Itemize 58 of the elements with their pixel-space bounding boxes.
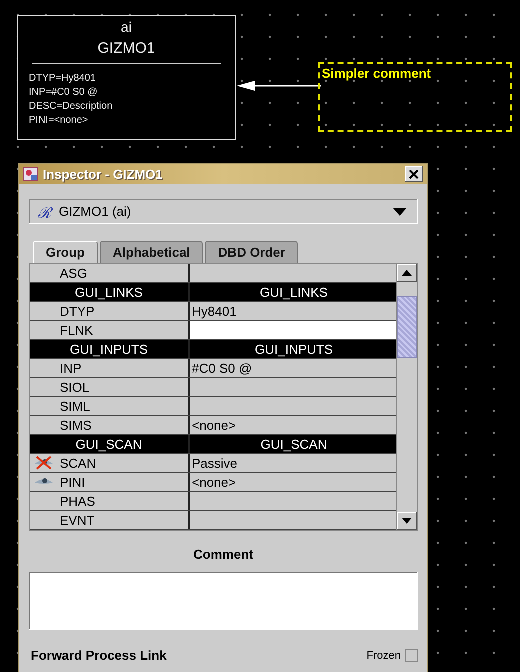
group-header-cell: GUI_SCAN <box>30 435 190 453</box>
frozen-checkbox[interactable] <box>405 649 418 662</box>
close-button[interactable] <box>405 166 423 182</box>
window-title: Inspector - GIZMO1 <box>43 166 164 182</box>
field-value-cell[interactable] <box>190 321 396 339</box>
table-row[interactable]: EVNT <box>30 511 396 530</box>
record-icon: ℛ <box>38 202 51 222</box>
tab[interactable]: DBD Order <box>205 241 298 263</box>
up-arrow-icon <box>402 270 412 276</box>
table-row[interactable]: SIOL <box>30 378 396 397</box>
tab[interactable]: Group <box>33 241 98 263</box>
close-icon <box>409 170 419 178</box>
record-field: DTYP=Hy8401 <box>26 72 227 86</box>
field-name-cell[interactable]: EVNT <box>30 511 190 529</box>
app-icon <box>23 166 39 182</box>
table-row[interactable]: PINI <none> <box>30 473 396 492</box>
record-field: PINI=<none> <box>26 114 227 128</box>
caret-icon <box>393 208 407 216</box>
group-header-cell: GUI_INPUTS <box>30 340 190 358</box>
dropdown-value: GIZMO1 (ai) <box>59 204 132 219</box>
record-type: ai <box>120 19 133 35</box>
comment-text: Simpler comment <box>322 66 432 81</box>
tab[interactable]: Alphabetical <box>100 241 204 263</box>
table-row[interactable]: SCAN Passive <box>30 454 396 473</box>
field-value-cell[interactable]: <none> <box>190 473 396 491</box>
field-value-cell[interactable]: Hy8401 <box>190 302 396 320</box>
record-field: DESC=Description <box>26 100 227 114</box>
frozen-label: Frozen <box>366 650 401 662</box>
group-header-cell-text: GUI_SCAN <box>260 436 328 453</box>
field-name-cell[interactable]: SIOL <box>30 378 190 396</box>
record-name: GIZMO1 <box>96 40 156 57</box>
group-header-cell-text: GUI_INPUTS <box>254 340 334 358</box>
table-row[interactable]: INP #C0 S0 @ <box>30 359 396 378</box>
field-name-cell[interactable]: SCAN <box>30 454 190 472</box>
field-name-cell[interactable]: PINI <box>30 473 190 491</box>
scrollbar[interactable] <box>396 264 417 530</box>
record-dropdown[interactable]: ℛ GIZMO1 (ai) <box>29 199 418 224</box>
field-value-cell[interactable]: Passive <box>190 454 396 472</box>
group-header-cell-text: GUI_LINKS <box>259 284 329 301</box>
section-label: Forward Process Link <box>30 648 168 663</box>
field-name-cell[interactable]: INP <box>30 359 190 377</box>
table-row[interactable]: SIML <box>30 397 396 416</box>
group-header-cell: GUI_LINKS <box>30 283 190 301</box>
scroll-thumb[interactable] <box>397 296 417 358</box>
table-row[interactable]: PHAS <box>30 492 396 511</box>
comment-label: Comment <box>192 547 254 562</box>
record-field: INP=#C0 S0 @ <box>26 86 227 100</box>
field-name-cell[interactable]: PHAS <box>30 492 190 510</box>
scroll-up-button[interactable] <box>397 264 417 282</box>
comment-field[interactable] <box>29 572 418 630</box>
crossed-eye-icon <box>34 456 54 470</box>
field-name-cell[interactable]: SIML <box>30 397 190 415</box>
field-value-cell[interactable]: #C0 S0 @ <box>190 359 396 377</box>
field-name-cell[interactable]: DTYP <box>30 302 190 320</box>
scroll-down-button[interactable] <box>397 512 417 530</box>
field-value-cell[interactable]: <none> <box>190 416 396 434</box>
table-row[interactable]: FLNK <box>30 321 396 340</box>
down-arrow-icon <box>402 518 412 524</box>
